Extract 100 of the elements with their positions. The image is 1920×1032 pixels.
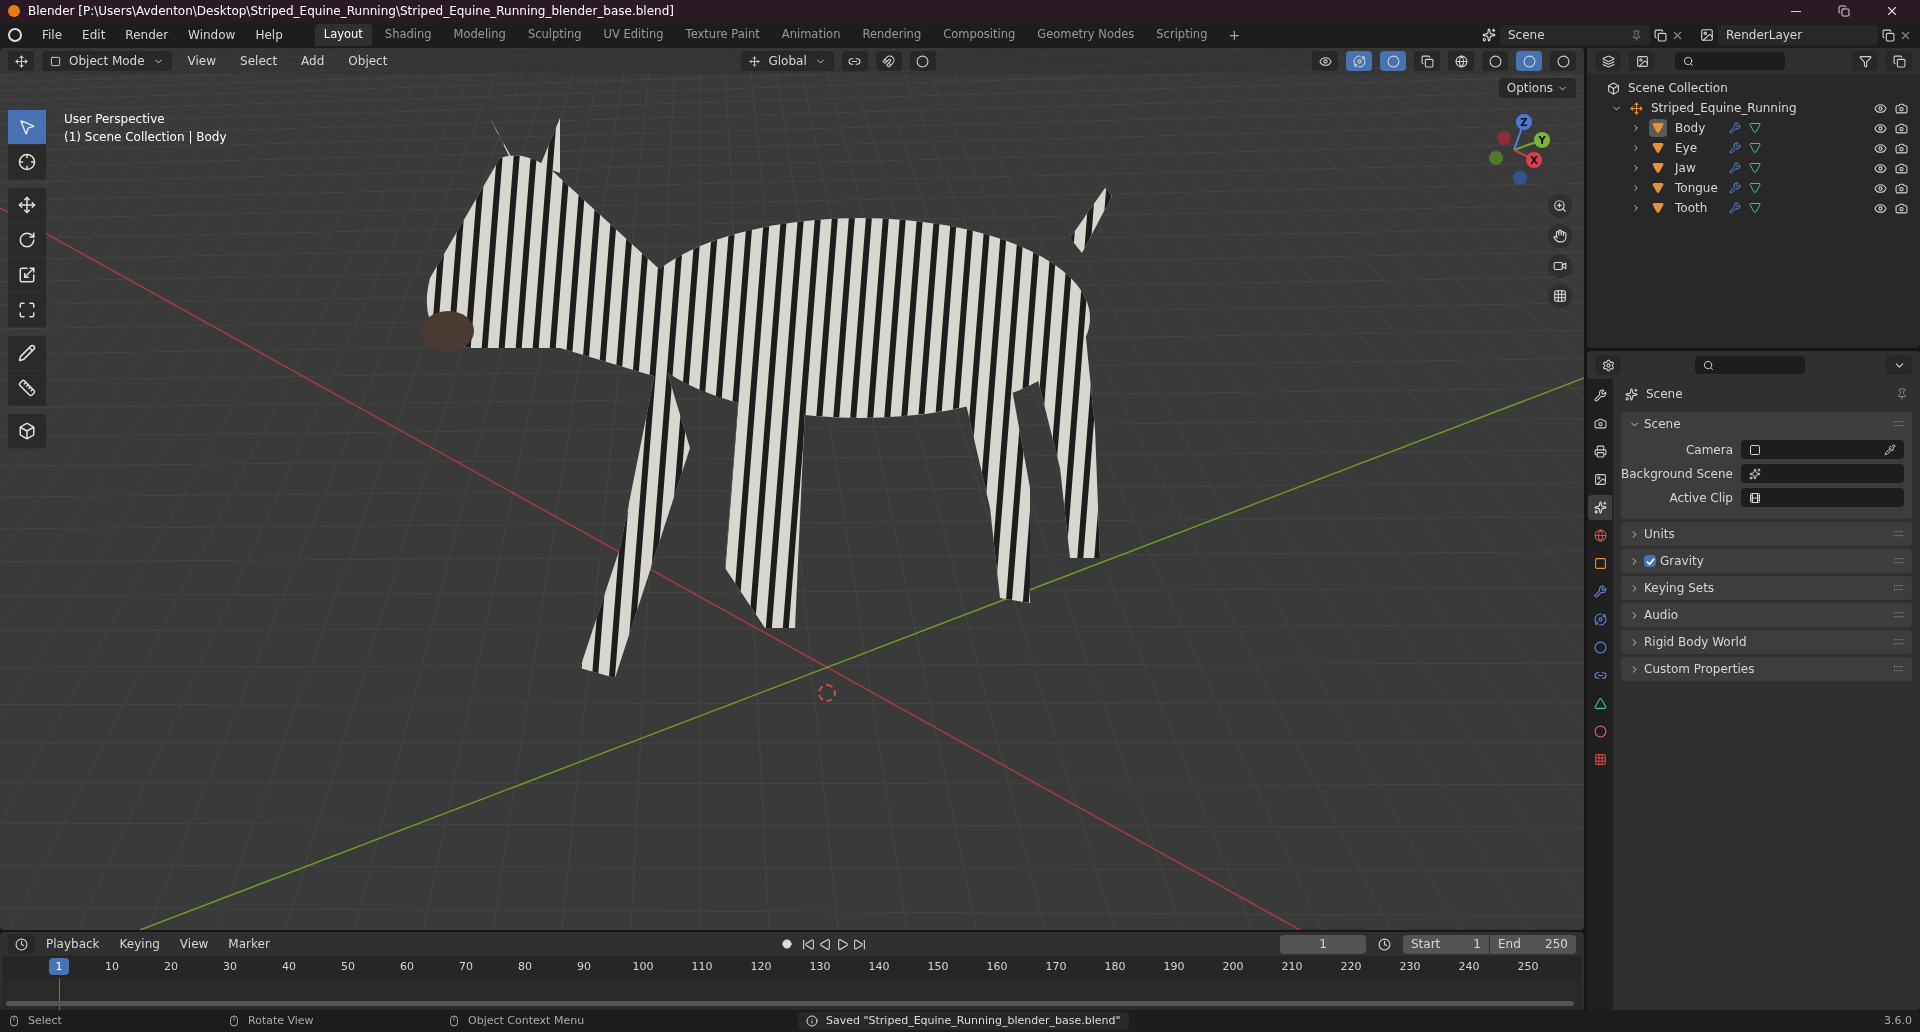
panel-header[interactable]: Rigid Body World xyxy=(1644,633,1890,651)
drag-handle-icon[interactable] xyxy=(1894,584,1904,592)
menu-item[interactable]: Window xyxy=(180,26,244,44)
panel-checkbox[interactable] xyxy=(1644,555,1656,567)
scene-field[interactable]: Scene xyxy=(1500,25,1650,45)
view-layer-field[interactable]: RenderLayer xyxy=(1718,25,1878,45)
camera-icon[interactable] xyxy=(1895,101,1908,115)
eye-icon[interactable] xyxy=(1874,161,1887,175)
workspace-tab[interactable]: UV Editing xyxy=(594,24,673,46)
overlay-button[interactable] xyxy=(1380,51,1406,71)
outliner-item[interactable]: Scene Collection xyxy=(1628,79,1728,97)
outliner-item[interactable]: Tongue xyxy=(1675,179,1721,197)
outliner-item[interactable]: Tooth xyxy=(1675,199,1721,217)
timeline-scrollbar[interactable] xyxy=(6,1001,1574,1006)
viewport-menu-item[interactable]: View xyxy=(179,52,225,70)
pin-icon[interactable] xyxy=(1896,388,1908,400)
xray-button[interactable] xyxy=(1414,51,1440,71)
scale-tool[interactable] xyxy=(8,258,46,293)
visibility-button[interactable] xyxy=(1312,51,1338,71)
panel-header[interactable]: Scene xyxy=(1644,415,1890,433)
cursor-tool[interactable] xyxy=(8,145,46,180)
eye-icon[interactable] xyxy=(1874,101,1887,115)
drag-handle-icon[interactable] xyxy=(1894,665,1904,673)
current-frame-marker[interactable]: 1 xyxy=(49,958,69,975)
move-tool[interactable] xyxy=(8,188,46,223)
workspace-tab[interactable]: Rendering xyxy=(853,24,931,46)
image-stack-icon[interactable] xyxy=(1700,28,1714,42)
camera-icon[interactable] xyxy=(1895,181,1908,195)
start-frame-field[interactable]: Start 1 xyxy=(1403,934,1489,954)
measure-tool[interactable] xyxy=(8,371,46,406)
annotate-tool[interactable] xyxy=(8,336,46,371)
timeline-editor-button[interactable] xyxy=(8,934,34,954)
editor-type-button[interactable] xyxy=(8,51,34,71)
duplicate-icon[interactable] xyxy=(1882,28,1895,42)
workspace-tab[interactable]: Scripting xyxy=(1147,24,1217,46)
menu-item[interactable]: Edit xyxy=(74,26,114,44)
menu-item[interactable]: Render xyxy=(117,26,177,44)
eye-icon[interactable] xyxy=(1874,201,1887,215)
3d-viewport[interactable]: Object Mode View Select Add Object Global Options User Perspective (1) Scene Collection | Body Z Y X xyxy=(0,48,1584,930)
viewport-menu-item[interactable]: Select xyxy=(232,52,286,70)
outliner-item[interactable]: Eye xyxy=(1675,139,1721,157)
panel-header[interactable]: Keying Sets xyxy=(1644,579,1890,597)
stopwatch-icon[interactable] xyxy=(1378,937,1391,951)
eye-icon[interactable] xyxy=(1874,141,1887,155)
drag-handle-icon[interactable] xyxy=(1894,611,1904,619)
display-mode-button[interactable] xyxy=(1629,51,1655,71)
drag-handle-icon[interactable] xyxy=(1894,530,1904,538)
workspace-tab[interactable]: Layout xyxy=(314,24,372,46)
outliner-editor-button[interactable] xyxy=(1595,51,1621,71)
rotate-tool[interactable] xyxy=(8,223,46,258)
outliner-item[interactable]: Jaw xyxy=(1675,159,1721,177)
camera-icon[interactable] xyxy=(1895,161,1908,175)
new-collection-button[interactable] xyxy=(1886,51,1912,71)
camera-icon[interactable] xyxy=(1895,121,1908,135)
workspace-tab[interactable]: Animation xyxy=(772,24,850,46)
jump-end-button[interactable] xyxy=(852,937,866,951)
timeline-menu-item[interactable]: Playback xyxy=(38,935,108,953)
add-cube-tool[interactable] xyxy=(8,414,46,449)
workspace-tab[interactable]: Shading xyxy=(375,24,441,46)
object-field[interactable] xyxy=(1741,440,1904,459)
play-button[interactable] xyxy=(835,937,849,951)
workspace-tab[interactable]: Geometry Nodes xyxy=(1028,24,1144,46)
navigation-gizmo[interactable]: Z Y X xyxy=(1484,110,1564,190)
drag-handle-icon[interactable] xyxy=(1894,420,1904,428)
outliner-item[interactable]: Body xyxy=(1675,119,1721,137)
camera-icon[interactable] xyxy=(1895,201,1908,215)
blender-logo-icon[interactable] xyxy=(8,28,22,42)
viewport-menu-item[interactable]: Add xyxy=(293,52,333,70)
drag-handle-icon[interactable] xyxy=(1894,557,1904,565)
proportional-edit-button[interactable] xyxy=(909,51,936,71)
properties-editor-button[interactable] xyxy=(1595,355,1621,375)
gizmo-button[interactable] xyxy=(1346,51,1372,71)
duplicate-icon[interactable] xyxy=(1654,28,1667,42)
camera-view-button[interactable] xyxy=(1548,254,1572,278)
panel-header[interactable]: Custom Properties xyxy=(1644,660,1890,678)
panel-header[interactable]: Gravity xyxy=(1660,552,1890,570)
filter-button[interactable] xyxy=(1852,51,1878,71)
wireframe-shading-button[interactable] xyxy=(1448,51,1474,71)
eye-icon[interactable] xyxy=(1874,121,1887,135)
pan-button[interactable] xyxy=(1548,224,1572,248)
viewport-menu-item[interactable]: Object xyxy=(340,52,396,70)
add-workspace-button[interactable]: + xyxy=(1220,24,1249,46)
timeline-menu-item[interactable]: Marker xyxy=(220,935,278,953)
workspace-tab[interactable]: Modeling xyxy=(444,24,515,46)
orientation-dropdown[interactable]: Global xyxy=(741,51,834,71)
pivot-button[interactable] xyxy=(841,51,868,71)
options-button[interactable] xyxy=(1886,355,1912,375)
snap-button[interactable] xyxy=(875,51,902,71)
workspace-tab[interactable]: Sculpting xyxy=(518,24,591,46)
solid-shading-button[interactable] xyxy=(1482,51,1508,71)
zoom-button[interactable] xyxy=(1548,194,1572,218)
drag-handle-icon[interactable] xyxy=(1894,638,1904,646)
timeline-menu-item[interactable]: View xyxy=(171,935,217,953)
object-field[interactable] xyxy=(1741,488,1904,507)
scene-icon[interactable] xyxy=(1482,28,1496,42)
panel-header[interactable]: Audio xyxy=(1644,606,1890,624)
object-field[interactable] xyxy=(1741,464,1904,483)
scene-properties-tab[interactable] xyxy=(1588,495,1612,520)
perspective-toggle-button[interactable] xyxy=(1548,284,1572,308)
panel-header[interactable]: Units xyxy=(1644,525,1890,543)
